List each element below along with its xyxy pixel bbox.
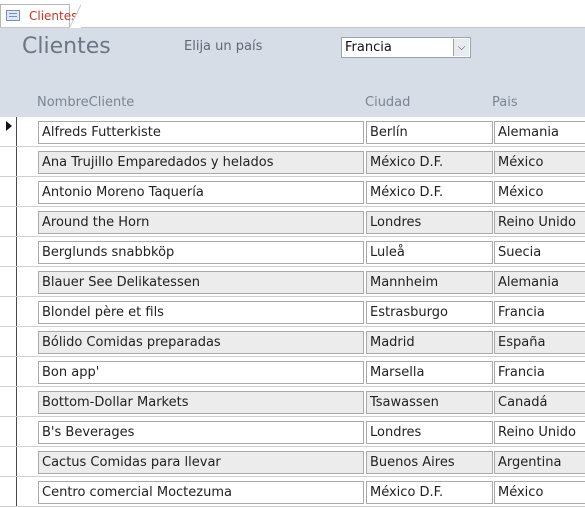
city-field[interactable]: Madrid bbox=[366, 331, 493, 354]
city-field[interactable]: Tsawassen bbox=[366, 391, 493, 414]
table-row[interactable]: Cactus Comidas para llevar Buenos Aires … bbox=[0, 447, 585, 477]
city-field[interactable]: Estrasburgo bbox=[366, 301, 493, 324]
city-field[interactable]: Buenos Aires bbox=[366, 451, 493, 474]
customer-name-field[interactable]: Around the Horn bbox=[38, 211, 364, 234]
record-selector[interactable] bbox=[0, 477, 17, 506]
table-row[interactable]: Bottom-Dollar Markets Tsawassen Canadá bbox=[0, 387, 585, 417]
column-header-city: Ciudad bbox=[365, 95, 411, 110]
table-row[interactable]: Berglunds snabbköp Luleå Suecia bbox=[0, 237, 585, 267]
table-row[interactable]: Bon app' Marsella Francia bbox=[0, 357, 585, 387]
record-selector[interactable] bbox=[0, 297, 17, 326]
customer-name-field[interactable]: Centro comercial Moctezuma bbox=[38, 481, 364, 504]
country-field[interactable]: Francia bbox=[494, 361, 585, 384]
city-field[interactable]: Berlín bbox=[366, 121, 493, 144]
city-field[interactable]: Luleå bbox=[366, 241, 493, 264]
customer-list: Alfreds Futterkiste Berlín Alemania Ana … bbox=[0, 117, 585, 507]
city-field[interactable]: Londres bbox=[366, 421, 493, 444]
country-field[interactable]: Francia bbox=[494, 301, 585, 324]
city-field[interactable]: México D.F. bbox=[366, 151, 493, 174]
form-header: Clientes Elija un país Francia ⌵ NombreC… bbox=[0, 28, 585, 117]
country-field[interactable]: Canadá bbox=[494, 391, 585, 414]
record-selector[interactable] bbox=[0, 357, 17, 386]
country-field[interactable]: Reino Unido bbox=[494, 211, 585, 234]
table-row[interactable]: Blondel père et fils Estrasburgo Francia bbox=[0, 297, 585, 327]
country-combobox-value[interactable]: Francia bbox=[345, 40, 392, 55]
country-filter-label: Elija un país bbox=[184, 39, 263, 54]
record-selector[interactable] bbox=[0, 417, 17, 446]
document-tab-bar: Clientes bbox=[0, 0, 585, 28]
tab-label: Clientes bbox=[29, 9, 78, 23]
city-field[interactable]: Mannheim bbox=[366, 271, 493, 294]
page-title: Clientes bbox=[22, 34, 111, 59]
table-row[interactable]: Antonio Moreno Taquería México D.F. Méxi… bbox=[0, 177, 585, 207]
city-field[interactable]: Marsella bbox=[366, 361, 493, 384]
country-field[interactable]: Alemania bbox=[494, 121, 585, 144]
table-row[interactable]: B's Beverages Londres Reino Unido bbox=[0, 417, 585, 447]
chevron-down-icon[interactable]: ⌵ bbox=[453, 39, 469, 56]
table-row[interactable]: Bólido Comidas preparadas Madrid España bbox=[0, 327, 585, 357]
table-row[interactable]: Centro comercial Moctezuma México D.F. M… bbox=[0, 477, 585, 507]
country-combobox[interactable]: Francia ⌵ bbox=[341, 37, 471, 58]
record-selector[interactable] bbox=[0, 207, 17, 236]
country-field[interactable]: México bbox=[494, 151, 585, 174]
city-field[interactable]: México D.F. bbox=[366, 181, 493, 204]
customer-name-field[interactable]: Cactus Comidas para llevar bbox=[38, 451, 364, 474]
record-selector[interactable] bbox=[0, 177, 17, 206]
column-header-name: NombreCliente bbox=[37, 95, 135, 110]
country-field[interactable]: Suecia bbox=[494, 241, 585, 264]
customer-name-field[interactable]: B's Beverages bbox=[38, 421, 364, 444]
record-selector[interactable] bbox=[0, 237, 17, 266]
record-selector[interactable] bbox=[0, 447, 17, 476]
country-field[interactable]: México bbox=[494, 481, 585, 504]
record-selector[interactable] bbox=[0, 267, 17, 296]
customer-name-field[interactable]: Blauer See Delikatessen bbox=[38, 271, 364, 294]
country-field[interactable]: México bbox=[494, 181, 585, 204]
record-selector[interactable] bbox=[0, 117, 17, 146]
record-selector[interactable] bbox=[0, 387, 17, 416]
form-icon bbox=[6, 10, 20, 21]
table-row[interactable]: Ana Trujillo Emparedados y helados Méxic… bbox=[0, 147, 585, 177]
column-header-country: Pais bbox=[492, 95, 518, 110]
country-field[interactable]: Argentina bbox=[494, 451, 585, 474]
customer-name-field[interactable]: Bon app' bbox=[38, 361, 364, 384]
customer-name-field[interactable]: Antonio Moreno Taquería bbox=[38, 181, 364, 204]
customer-name-field[interactable]: Blondel père et fils bbox=[38, 301, 364, 324]
city-field[interactable]: Londres bbox=[366, 211, 493, 234]
tab-clientes[interactable]: Clientes bbox=[0, 4, 81, 28]
record-selector[interactable] bbox=[0, 147, 17, 176]
country-field[interactable]: Reino Unido bbox=[494, 421, 585, 444]
city-field[interactable]: México D.F. bbox=[366, 481, 493, 504]
customer-name-field[interactable]: Ana Trujillo Emparedados y helados bbox=[38, 151, 364, 174]
country-field[interactable]: Alemania bbox=[494, 271, 585, 294]
table-row[interactable]: Around the Horn Londres Reino Unido bbox=[0, 207, 585, 237]
table-row[interactable]: Alfreds Futterkiste Berlín Alemania bbox=[0, 117, 585, 147]
record-selector[interactable] bbox=[0, 327, 17, 356]
customer-name-field[interactable]: Alfreds Futterkiste bbox=[38, 121, 364, 144]
country-field[interactable]: España bbox=[494, 331, 585, 354]
customer-name-field[interactable]: Berglunds snabbköp bbox=[38, 241, 364, 264]
customer-name-field[interactable]: Bólido Comidas preparadas bbox=[38, 331, 364, 354]
table-row[interactable]: Blauer See Delikatessen Mannheim Alemani… bbox=[0, 267, 585, 297]
customer-name-field[interactable]: Bottom-Dollar Markets bbox=[38, 391, 364, 414]
